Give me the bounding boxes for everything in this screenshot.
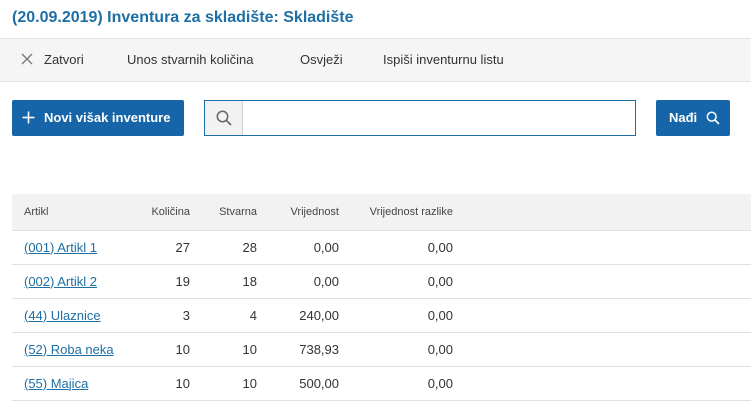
quantity-cell: 10 <box>130 366 198 401</box>
find-label: Nađi <box>669 110 698 125</box>
enter-actual-quantities-button[interactable]: Unos stvarnih količina <box>127 39 253 81</box>
inventory-table-wrapper: Artikl Količina Stvarna Vrijednost Vrije… <box>12 194 751 401</box>
value-difference-cell: 0,00 <box>347 366 461 401</box>
value-cell: 0,00 <box>265 230 347 265</box>
filler-cell <box>461 366 751 401</box>
table-row: (001) Artikl 1 27 28 0,00 0,00 <box>12 230 751 265</box>
value-cell: 738,93 <box>265 332 347 367</box>
quantity-cell: 10 <box>130 332 198 367</box>
article-link[interactable]: (52) Roba neka <box>24 342 114 357</box>
actual-quantity-cell: 10 <box>198 366 265 401</box>
column-header-filler <box>461 194 751 231</box>
value-difference-cell: 0,00 <box>347 332 461 367</box>
filler-cell <box>461 264 751 299</box>
quantity-cell: 3 <box>130 298 198 333</box>
quantity-cell: 27 <box>130 230 198 265</box>
value-cell: 240,00 <box>265 298 347 333</box>
page-title: (20.09.2019) Inventura za skladište: Skl… <box>12 9 354 26</box>
column-header-stvarna[interactable]: Stvarna <box>198 194 265 231</box>
new-inventory-surplus-button[interactable]: Novi višak inventure <box>12 100 184 136</box>
article-link[interactable]: (44) Ulaznice <box>24 308 101 323</box>
search-icon <box>706 111 720 125</box>
column-header-vrijednost-razlike[interactable]: Vrijednost razlike <box>347 194 461 231</box>
search-addon <box>205 101 243 135</box>
table-header-row: Artikl Količina Stvarna Vrijednost Vrije… <box>12 194 751 231</box>
value-cell: 0,00 <box>265 264 347 299</box>
actual-quantity-cell: 10 <box>198 332 265 367</box>
find-button[interactable]: Nađi <box>656 100 730 136</box>
quantity-cell: 19 <box>130 264 198 299</box>
new-inventory-surplus-label: Novi višak inventure <box>44 110 171 125</box>
search-box <box>204 100 636 136</box>
table-row: (002) Artikl 2 19 18 0,00 0,00 <box>12 264 751 299</box>
close-icon[interactable] <box>21 53 33 65</box>
column-header-kolicina[interactable]: Količina <box>130 194 198 231</box>
table-row: (52) Roba neka 10 10 738,93 0,00 <box>12 332 751 367</box>
column-header-artikl[interactable]: Artikl <box>12 194 130 231</box>
value-difference-cell: 0,00 <box>347 230 461 265</box>
article-link[interactable]: (55) Majica <box>24 376 88 391</box>
value-cell: 500,00 <box>265 366 347 401</box>
actual-quantity-cell: 4 <box>198 298 265 333</box>
print-inventory-list-button[interactable]: Ispiši inventurnu listu <box>383 39 504 81</box>
table-row: (44) Ulaznice 3 4 240,00 0,00 <box>12 298 751 333</box>
actual-quantity-cell: 28 <box>198 230 265 265</box>
filler-cell <box>461 230 751 265</box>
value-difference-cell: 0,00 <box>347 264 461 299</box>
inventory-table: Artikl Količina Stvarna Vrijednost Vrije… <box>12 194 751 401</box>
article-link[interactable]: (001) Artikl 1 <box>24 240 97 255</box>
value-difference-cell: 0,00 <box>347 298 461 333</box>
column-header-vrijednost[interactable]: Vrijednost <box>265 194 347 231</box>
toolbar: Zatvori Unos stvarnih količina Osvježi I… <box>0 38 751 82</box>
search-input[interactable] <box>244 101 635 135</box>
filler-cell <box>461 332 751 367</box>
actual-quantity-cell: 18 <box>198 264 265 299</box>
search-icon <box>216 110 232 126</box>
table-row: (55) Majica 10 10 500,00 0,00 <box>12 366 751 401</box>
article-link[interactable]: (002) Artikl 2 <box>24 274 97 289</box>
plus-icon <box>22 111 35 124</box>
filler-cell <box>461 298 751 333</box>
close-button[interactable]: Zatvori <box>44 39 84 81</box>
refresh-button[interactable]: Osvježi <box>300 39 343 81</box>
